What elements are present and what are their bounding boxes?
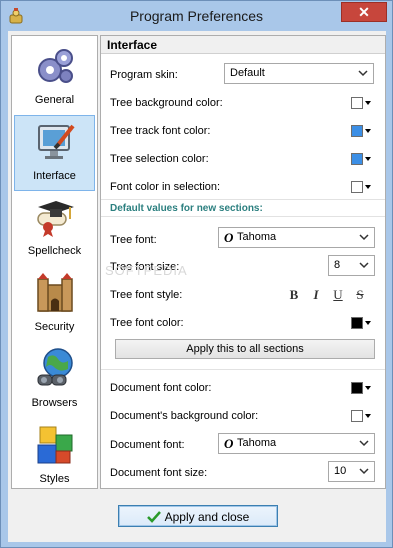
font-color-in-selection-picker[interactable] xyxy=(351,180,373,194)
preferences-window: Program Preferences ✕ General Interface … xyxy=(0,0,393,548)
dropdown-arrow-icon xyxy=(365,321,371,325)
tree-font-select[interactable]: O Tahoma xyxy=(218,227,375,248)
font-icon: O xyxy=(224,436,234,451)
sidebar-item-general[interactable]: General xyxy=(14,40,95,116)
diploma-cap-icon xyxy=(37,201,74,237)
tree-font-style-label: Tree font style: xyxy=(110,289,183,301)
color-swatch xyxy=(351,153,363,165)
document-font-size-value: 10 xyxy=(334,465,347,477)
strikethrough-button[interactable]: S xyxy=(353,287,367,303)
color-swatch xyxy=(351,382,363,394)
color-swatch xyxy=(351,181,363,193)
dropdown-arrow-icon xyxy=(365,185,371,189)
color-swatch xyxy=(351,97,363,109)
tree-selection-color-label: Tree selection color: xyxy=(110,153,209,165)
panel-header: Interface xyxy=(101,36,385,54)
settings-panel: Interface Program skin: Default Tree bac… xyxy=(100,35,386,489)
font-color-in-selection-label: Font color in selection: xyxy=(110,181,221,193)
document-font-size-select[interactable]: 10 xyxy=(328,461,375,482)
program-skin-select[interactable]: Default xyxy=(224,63,374,84)
sidebar-item-interface[interactable]: Interface xyxy=(14,115,95,191)
castle-icon xyxy=(37,273,73,312)
document-font-select[interactable]: O Tahoma xyxy=(218,433,375,454)
dropdown-arrow-icon xyxy=(365,129,371,133)
window-title: Program Preferences xyxy=(129,8,264,24)
sidebar-item-label: Spellcheck xyxy=(27,245,82,257)
sidebar-item-label: Styles xyxy=(39,473,70,485)
font-icon: O xyxy=(224,230,234,245)
colored-cubes-icon xyxy=(37,426,73,464)
tree-font-color-picker[interactable] xyxy=(351,316,373,330)
tree-font-value: Tahoma xyxy=(237,231,277,243)
tree-track-font-color-picker[interactable] xyxy=(351,124,373,138)
divider xyxy=(101,199,385,200)
dropdown-arrow-icon xyxy=(365,386,371,390)
apply-to-all-sections-button[interactable]: Apply this to all sections xyxy=(115,339,375,359)
monitor-paintbrush-icon xyxy=(38,124,75,159)
document-font-color-label: Document font color: xyxy=(110,382,212,394)
category-sidebar: General Interface Spellcheck Security Br… xyxy=(11,35,98,489)
sidebar-item-browsers[interactable]: Browsers xyxy=(14,343,95,419)
client-area: General Interface Spellcheck Security Br… xyxy=(8,31,386,542)
color-swatch xyxy=(351,125,363,137)
tree-bg-color-label: Tree background color: xyxy=(110,97,223,109)
chevron-down-icon xyxy=(359,262,369,269)
sidebar-item-label: General xyxy=(34,94,75,106)
title-bar: Program Preferences ✕ xyxy=(1,1,392,31)
chevron-down-icon xyxy=(359,440,369,447)
panel-title: Interface xyxy=(107,38,158,52)
watermark: SOFTPEDIA xyxy=(105,263,188,278)
document-font-color-picker[interactable] xyxy=(351,381,373,395)
divider xyxy=(101,216,385,217)
chevron-down-icon xyxy=(359,468,369,475)
tree-selection-color-picker[interactable] xyxy=(351,152,373,166)
sidebar-item-label: Browsers xyxy=(31,397,78,409)
section-title: Default values for new sections: xyxy=(110,203,263,214)
sidebar-item-label: Security xyxy=(34,321,75,333)
bold-button[interactable]: B xyxy=(287,287,301,303)
tree-font-color-label: Tree font color: xyxy=(110,317,184,329)
document-font-size-label: Document font size: xyxy=(110,467,208,479)
apply-and-close-label: Apply and close xyxy=(164,509,250,524)
dropdown-arrow-icon xyxy=(365,157,371,161)
italic-button[interactable]: I xyxy=(309,287,323,303)
divider xyxy=(101,369,385,370)
dropdown-arrow-icon xyxy=(365,414,371,418)
gears-icon xyxy=(38,49,73,83)
tree-font-size-value: 8 xyxy=(334,259,341,271)
globe-binoculars-icon xyxy=(37,348,73,386)
sidebar-item-spellcheck[interactable]: Spellcheck xyxy=(14,191,95,267)
apply-and-close-button[interactable]: Apply and close xyxy=(118,505,278,527)
tree-font-label: Tree font: xyxy=(110,234,157,246)
checkmark-icon xyxy=(146,510,161,523)
document-bg-color-label: Document's background color: xyxy=(110,410,259,422)
document-font-value: Tahoma xyxy=(237,437,277,449)
color-swatch xyxy=(351,410,363,422)
chevron-down-icon xyxy=(358,70,368,77)
tree-bg-color-picker[interactable] xyxy=(351,96,373,110)
close-button[interactable]: ✕ xyxy=(341,2,387,22)
color-swatch xyxy=(351,317,363,329)
document-font-label: Document font: xyxy=(110,439,185,451)
sidebar-item-styles[interactable]: Styles xyxy=(14,419,95,495)
dropdown-arrow-icon xyxy=(365,101,371,105)
sidebar-item-label: Interface xyxy=(33,170,76,182)
sidebar-item-security[interactable]: Security xyxy=(14,267,95,343)
underline-button[interactable]: U xyxy=(331,287,345,303)
document-bg-color-picker[interactable] xyxy=(351,409,373,423)
program-skin-label: Program skin: xyxy=(110,69,178,81)
tree-font-size-select[interactable]: 8 xyxy=(328,255,375,276)
font-style-toolbar: B I U S xyxy=(287,287,377,303)
program-skin-value: Default xyxy=(230,67,265,79)
tree-track-font-color-label: Tree track font color: xyxy=(110,125,211,137)
chevron-down-icon xyxy=(359,234,369,241)
